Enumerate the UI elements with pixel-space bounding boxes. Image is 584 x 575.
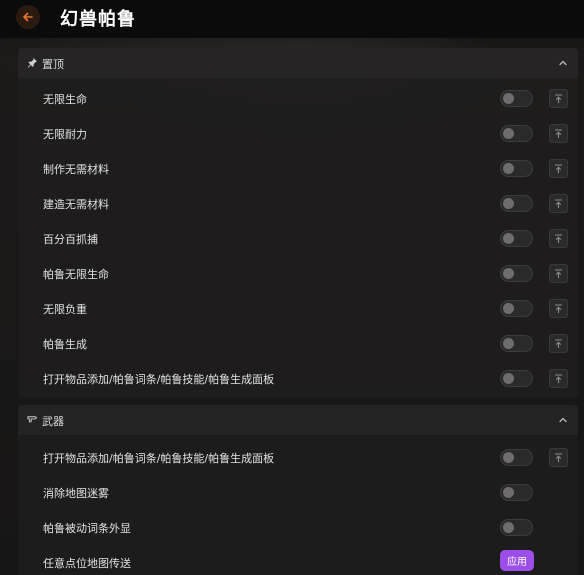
list-item: 无限生命 — [18, 81, 578, 116]
toggle-switch[interactable] — [500, 519, 533, 536]
toggle-knob — [503, 373, 514, 384]
section-title: 置顶 — [42, 58, 64, 71]
pin-top-icon — [555, 163, 562, 173]
toggle-knob — [503, 487, 514, 498]
chevron-up-icon[interactable] — [558, 415, 568, 425]
pin-top-icon — [555, 233, 562, 243]
pin-to-top-button[interactable] — [549, 124, 568, 143]
toggle-switch[interactable] — [500, 160, 533, 177]
toggle-switch[interactable] — [500, 370, 533, 387]
weapon-icon — [27, 416, 38, 423]
item-label: 帕鲁被动词条外显 — [43, 522, 131, 535]
section-header[interactable]: 置顶 — [18, 48, 578, 78]
toggle-knob — [503, 522, 514, 533]
pin-to-top-button[interactable] — [549, 369, 568, 388]
list-item: 建造无需材料 — [18, 186, 578, 221]
toggle-switch[interactable] — [500, 335, 533, 352]
toggle-switch[interactable] — [500, 484, 533, 501]
toggle-knob — [503, 338, 514, 349]
list-item: 制作无需材料 — [18, 151, 578, 186]
item-label: 打开物品添加/帕鲁词条/帕鲁技能/帕鲁生成面板 — [43, 373, 275, 386]
pin-to-top-button[interactable] — [549, 448, 568, 467]
pin-to-top-button[interactable] — [549, 299, 568, 318]
toggle-knob — [503, 303, 514, 314]
toggle-knob — [503, 163, 514, 174]
list-item: 百分百抓捕 — [18, 221, 578, 256]
list-item: 无限负重 — [18, 291, 578, 326]
toggle-switch[interactable] — [500, 230, 533, 247]
item-label: 制作无需材料 — [43, 163, 109, 176]
toggle-knob — [503, 198, 514, 209]
item-label: 帕鲁无限生命 — [43, 268, 109, 281]
section-weapons: 武器 打开物品添加/帕鲁词条/帕鲁技能/帕鲁生成面板 消除地图迷雾 帕鲁被动词条… — [18, 405, 578, 575]
apply-button[interactable]: 应用 — [500, 550, 534, 571]
toggle-knob — [503, 93, 514, 104]
list-item: 消除地图迷雾 — [18, 475, 578, 510]
pin-icon — [27, 57, 38, 68]
toggle-switch[interactable] — [500, 195, 533, 212]
pin-to-top-button[interactable] — [549, 334, 568, 353]
pin-top-icon — [555, 303, 562, 313]
section-pinned: 置顶 无限生命 无限耐力 制作无需材料 建造无需材料 百分百抓捕 帕鲁无限生命 … — [18, 48, 578, 398]
toggle-knob — [503, 128, 514, 139]
item-label: 帕鲁生成 — [43, 338, 87, 351]
item-label: 无限负重 — [43, 303, 87, 316]
toggle-switch[interactable] — [500, 125, 533, 142]
arrow-left-icon — [23, 12, 33, 22]
list-item: 打开物品添加/帕鲁词条/帕鲁技能/帕鲁生成面板 — [18, 361, 578, 396]
section-header[interactable]: 武器 — [18, 405, 578, 435]
section-title: 武器 — [42, 415, 64, 428]
top-bar: 幻兽帕鲁 — [0, 0, 584, 38]
toggle-switch[interactable] — [500, 449, 533, 466]
list-item: 帕鲁无限生命 — [18, 256, 578, 291]
chevron-up-icon[interactable] — [558, 58, 568, 68]
back-button[interactable] — [16, 5, 40, 29]
pin-top-icon — [555, 452, 562, 462]
list-item: 任意点位地图传送 应用 — [18, 545, 578, 575]
toggle-switch[interactable] — [500, 265, 533, 282]
pin-top-icon — [555, 338, 562, 348]
list-item: 帕鲁生成 — [18, 326, 578, 361]
toggle-knob — [503, 452, 514, 463]
list-item: 帕鲁被动词条外显 — [18, 510, 578, 545]
item-label: 建造无需材料 — [43, 198, 109, 211]
pin-top-icon — [555, 373, 562, 383]
item-label: 打开物品添加/帕鲁词条/帕鲁技能/帕鲁生成面板 — [43, 452, 275, 465]
toggle-switch[interactable] — [500, 90, 533, 107]
item-label: 无限生命 — [43, 93, 87, 106]
item-label: 消除地图迷雾 — [43, 487, 109, 500]
item-label: 无限耐力 — [43, 128, 87, 141]
list-item: 无限耐力 — [18, 116, 578, 151]
pin-to-top-button[interactable] — [549, 194, 568, 213]
pin-to-top-button[interactable] — [549, 264, 568, 283]
pin-top-icon — [555, 198, 562, 208]
page-title: 幻兽帕鲁 — [60, 9, 136, 30]
pin-top-icon — [555, 268, 562, 278]
item-label: 百分百抓捕 — [43, 233, 98, 246]
toggle-knob — [503, 268, 514, 279]
toggle-switch[interactable] — [500, 300, 533, 317]
pin-to-top-button[interactable] — [549, 89, 568, 108]
toggle-knob — [503, 233, 514, 244]
pin-top-icon — [555, 128, 562, 138]
pin-to-top-button[interactable] — [549, 159, 568, 178]
pin-to-top-button[interactable] — [549, 229, 568, 248]
list-item: 打开物品添加/帕鲁词条/帕鲁技能/帕鲁生成面板 — [18, 440, 578, 475]
item-label: 任意点位地图传送 — [43, 557, 131, 570]
pin-top-icon — [555, 93, 562, 103]
